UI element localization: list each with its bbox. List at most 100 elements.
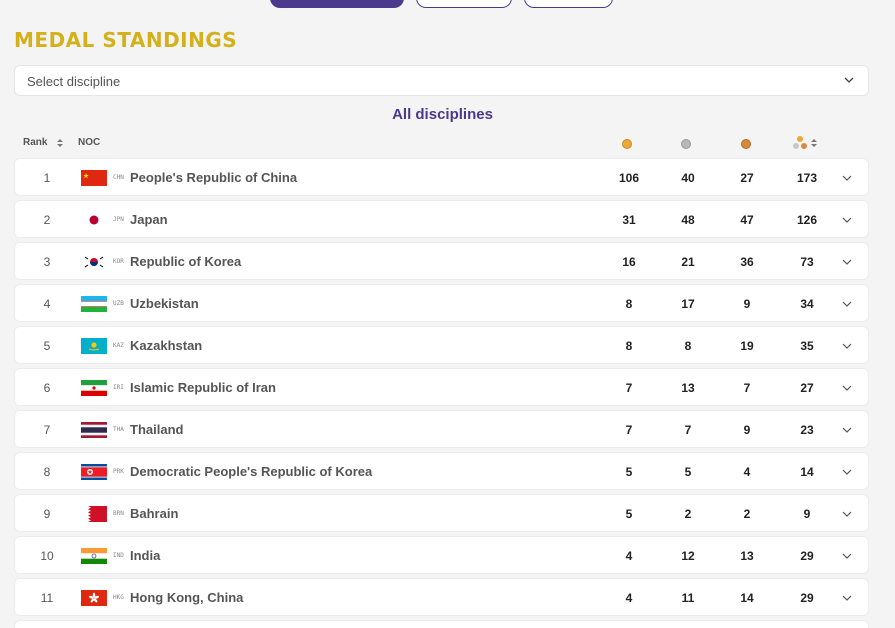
chevron-down-icon[interactable] [841, 424, 853, 436]
country-name[interactable]: Hong Kong, China [130, 590, 243, 605]
country-name[interactable]: Republic of Korea [130, 254, 241, 269]
total-count: 34 [800, 297, 814, 311]
bronze-count: 7 [743, 381, 751, 395]
table-row[interactable]: 9 BRN Bahrain 5 2 2 9 [14, 494, 869, 532]
gold-count: 8 [625, 339, 633, 353]
bronze-count: 4 [743, 465, 751, 479]
total-count: 14 [800, 465, 814, 479]
chevron-down-icon[interactable] [841, 340, 853, 352]
chevron-down-icon[interactable] [841, 592, 853, 604]
country-name[interactable]: India [130, 548, 160, 563]
table-row[interactable]: 7 THA Thailand 7 7 9 23 [14, 410, 869, 448]
tab-active[interactable] [270, 0, 404, 8]
total-count: 27 [800, 381, 814, 395]
chevron-down-icon[interactable] [841, 466, 853, 478]
rank-cell: 2 [43, 213, 51, 227]
noc-column-header: NOC [78, 137, 101, 148]
table-row[interactable]: 3 KOR Republic of Korea 16 21 36 73 [14, 242, 869, 280]
country-name[interactable]: Islamic Republic of Iran [130, 380, 276, 395]
bronze-count: 2 [743, 507, 751, 521]
sort-icon[interactable] [810, 137, 818, 149]
country-name[interactable]: Kazakhstan [130, 338, 202, 353]
silver-medal-icon [681, 139, 691, 149]
country-name[interactable]: Democratic People's Republic of Korea [130, 464, 372, 479]
table-row[interactable]: 10 IND India 4 12 13 29 [14, 536, 869, 574]
total-count: 9 [803, 507, 811, 521]
bronze-count: 47 [740, 213, 754, 227]
noc-code: PRK [113, 468, 124, 475]
rank-column-header[interactable]: Rank [23, 137, 47, 148]
total-medals-icon[interactable] [792, 135, 808, 151]
chevron-down-icon[interactable] [841, 256, 853, 268]
flag-icon [81, 296, 107, 312]
page-title: MEDAL STANDINGS [14, 28, 238, 52]
top-tab-bar [0, 0, 895, 8]
bronze-medal-icon [741, 139, 751, 149]
silver-count: 17 [681, 297, 695, 311]
silver-count: 7 [684, 423, 692, 437]
silver-count: 40 [681, 171, 695, 185]
tab-second[interactable] [416, 0, 512, 8]
table-row[interactable]: 6 IRI Islamic Republic of Iran 7 13 7 27 [14, 368, 869, 406]
noc-code: JPN [113, 216, 124, 223]
table-header: Rank NOC [0, 134, 895, 152]
rank-cell: 5 [43, 339, 51, 353]
chevron-down-icon[interactable] [841, 508, 853, 520]
gold-count: 31 [622, 213, 636, 227]
country-name[interactable]: Japan [130, 212, 168, 227]
chevron-down-icon[interactable] [841, 214, 853, 226]
chevron-down-icon[interactable] [841, 172, 853, 184]
gold-medal-icon [622, 139, 632, 149]
bronze-count: 9 [743, 297, 751, 311]
silver-count: 8 [684, 339, 692, 353]
table-row[interactable]: 8 PRK Democratic People's Republic of Kore… [14, 452, 869, 490]
noc-code: KAZ [113, 342, 124, 349]
noc-code: IND [113, 552, 124, 559]
rank-cell: 10 [40, 549, 54, 563]
discipline-subtitle: All disciplines [392, 106, 493, 123]
discipline-select[interactable]: Select discipline [14, 65, 869, 96]
noc-code: UZB [113, 300, 124, 307]
bronze-count: 13 [740, 549, 754, 563]
flag-icon [81, 548, 107, 564]
rank-cell: 1 [43, 171, 51, 185]
tab-third[interactable] [524, 0, 613, 8]
table-row[interactable]: 5 KAZ Kazakhstan 8 8 19 35 [14, 326, 869, 364]
silver-count: 13 [681, 381, 695, 395]
total-count: 35 [800, 339, 814, 353]
flag-icon [81, 590, 107, 606]
table-row[interactable]: 11 HKG Hong Kong, China 4 11 14 29 [14, 578, 869, 616]
table-row[interactable] [14, 620, 869, 628]
noc-code: BRN [113, 510, 124, 517]
chevron-down-icon[interactable] [841, 298, 853, 310]
flag-icon [81, 170, 107, 186]
noc-code: THA [113, 426, 124, 433]
bronze-count: 36 [740, 255, 754, 269]
gold-count: 5 [625, 507, 633, 521]
country-name[interactable]: People's Republic of China [130, 170, 297, 185]
flag-icon [81, 338, 107, 354]
gold-count: 4 [625, 591, 633, 605]
chevron-down-icon [844, 77, 854, 83]
country-name[interactable]: Uzbekistan [130, 296, 199, 311]
flag-icon [81, 422, 107, 438]
noc-code: IRI [113, 384, 124, 391]
total-count: 126 [796, 213, 818, 227]
silver-count: 11 [681, 591, 695, 605]
rank-cell: 11 [40, 591, 54, 605]
country-name[interactable]: Bahrain [130, 506, 178, 521]
table-row[interactable]: 1 CHN People's Republic of China 106 40 27 173 [14, 158, 869, 196]
bronze-count: 27 [740, 171, 754, 185]
table-row[interactable]: 4 UZB Uzbekistan 8 17 9 34 [14, 284, 869, 322]
silver-count: 5 [684, 465, 692, 479]
total-count: 73 [800, 255, 814, 269]
flag-icon [81, 254, 107, 270]
sort-icon[interactable] [56, 137, 64, 149]
silver-count: 21 [681, 255, 695, 269]
chevron-down-icon[interactable] [841, 382, 853, 394]
country-name[interactable]: Thailand [130, 422, 183, 437]
bronze-count: 14 [740, 591, 754, 605]
table-row[interactable]: 2 JPN Japan 31 48 47 126 [14, 200, 869, 238]
noc-code: KOR [113, 258, 124, 265]
chevron-down-icon[interactable] [841, 550, 853, 562]
